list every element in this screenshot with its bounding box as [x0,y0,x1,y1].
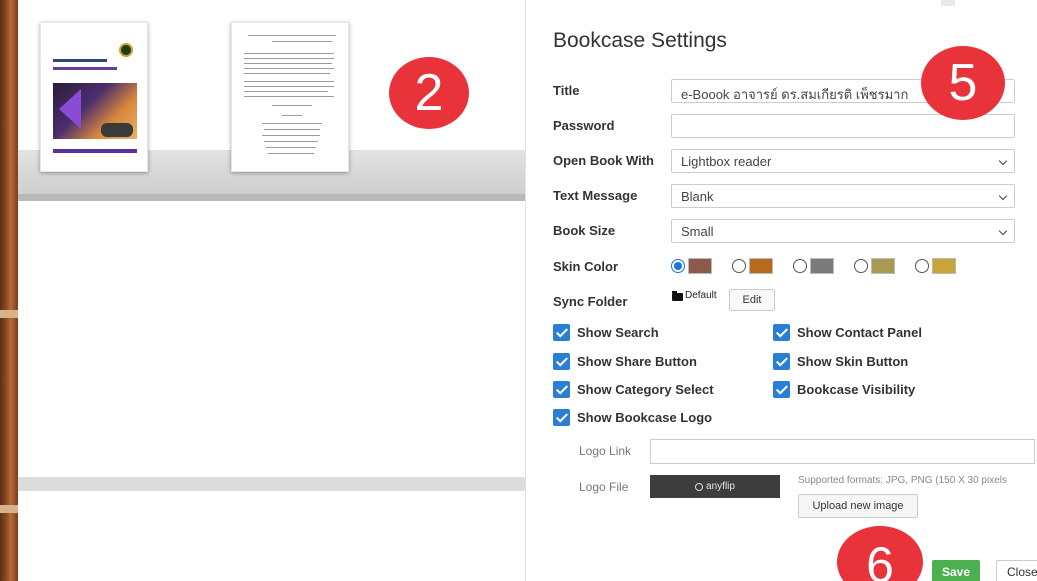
doc-text-line [262,135,320,136]
cover-title-line [53,59,107,62]
wood-wall-strip [0,0,18,581]
checkbox-checked-icon [553,353,570,370]
doc-text-line [244,96,334,97]
app-root: 2 Bookcase Settings Title e-Boook อาจารย… [0,0,1037,581]
skin-color-radio[interactable] [854,259,868,273]
skin-color-option[interactable] [854,258,895,274]
sync-folder-value: Default [685,290,717,301]
skin-color-option[interactable] [732,258,773,274]
shelf-empty-area [18,491,525,581]
skin-color-swatch [688,258,712,274]
doc-text-line [248,35,336,36]
skin-color-radio[interactable] [732,259,746,273]
show-bookcase-logo-checkbox[interactable]: Show Bookcase Logo [553,409,712,426]
edit-sync-folder-button[interactable]: Edit [729,289,775,311]
supported-formats-text: Supported formats: JPG, PNG (150 X 30 pi… [798,475,1007,486]
text-message-select[interactable]: Blank [671,184,1015,208]
checkbox-checked-icon [553,381,570,398]
show-skin-button-label: Show Skin Button [797,354,909,369]
logo-preview-image: anyflip [650,475,780,498]
step-marker-5: 5 [921,46,1005,120]
doc-text-line [266,147,316,148]
doc-text-line [244,73,330,74]
skin-color-radio[interactable] [793,259,807,273]
show-bookcase-logo-label: Show Bookcase Logo [577,410,713,425]
doc-text-line [244,68,334,69]
doc-text-line [282,115,302,116]
sync-folder-label: Sync Folder [553,294,628,309]
logo-link-label: Logo Link [579,444,632,458]
title-label: Title [553,83,580,98]
logo-mark-icon [695,482,704,491]
university-crest-icon [119,43,133,57]
book-size-label: Book Size [553,223,616,238]
doc-text-line [272,41,332,42]
skin-color-swatch [932,258,956,274]
doc-text-line [244,63,332,64]
checkbox-checked-icon [773,324,790,341]
doc-text-line [264,129,320,130]
skin-color-option[interactable] [793,258,834,274]
wood-shelf-edge [0,310,18,318]
checkbox-checked-icon [553,409,570,426]
doc-text-line [244,91,328,92]
cover-subtitle-line [53,67,117,70]
step-marker-2: 2 [389,57,469,129]
skin-color-label: Skin Color [553,259,619,274]
logo-preview-text: anyflip [706,481,735,492]
folder-icon [672,291,683,301]
doc-text-line [264,141,318,142]
close-button[interactable]: Close [996,560,1037,581]
doc-text-line [244,53,334,54]
upload-new-image-button[interactable]: Upload new image [798,494,918,518]
skin-color-swatch [749,258,773,274]
book-cover-document[interactable] [231,22,349,172]
panel-title: Bookcase Settings [553,29,727,52]
skin-color-option[interactable] [671,258,712,274]
show-skin-button-checkbox[interactable]: Show Skin Button [773,353,908,370]
wood-shelf-edge [0,505,18,513]
skin-color-swatch [810,258,834,274]
cover-badge [101,123,133,137]
skin-color-radio[interactable] [671,259,685,273]
menu-handle-icon [941,0,955,6]
book-size-select[interactable]: Small [671,219,1015,243]
doc-text-line [244,86,334,87]
open-book-with-select[interactable]: Lightbox reader [671,149,1015,173]
bookcase-visibility-label: Bookcase Visibility [797,382,916,397]
show-search-checkbox[interactable]: Show Search [553,324,659,341]
doc-text-line [272,105,312,106]
text-message-label: Text Message [553,188,638,203]
password-label: Password [553,118,615,133]
show-search-label: Show Search [577,325,659,340]
show-category-select-label: Show Category Select [577,382,714,397]
checkbox-checked-icon [553,324,570,341]
doc-text-line [244,58,334,59]
shelf-board [18,477,525,491]
logo-file-label: Logo File [579,480,629,494]
show-contact-panel-checkbox[interactable]: Show Contact Panel [773,324,922,341]
skin-color-radio[interactable] [915,259,929,273]
skin-color-option[interactable] [915,258,956,274]
show-category-select-checkbox[interactable]: Show Category Select [553,381,714,398]
show-share-button-checkbox[interactable]: Show Share Button [553,353,697,370]
doc-text-line [244,81,334,82]
shelf-empty-area [18,201,525,479]
checkbox-checked-icon [773,381,790,398]
cover-footer-bar [53,149,137,153]
show-share-button-label: Show Share Button [577,354,697,369]
doc-text-line [262,123,322,124]
chevron-left-icon [59,89,81,129]
logo-link-input[interactable] [650,439,1035,464]
skin-color-swatch [871,258,895,274]
open-book-with-label: Open Book With [553,153,654,168]
bookcase-visibility-checkbox[interactable]: Bookcase Visibility [773,381,915,398]
save-button[interactable]: Save [932,560,980,581]
book-cover-ebook[interactable] [40,22,148,172]
checkbox-checked-icon [773,353,790,370]
shelf-board-edge [18,194,525,201]
doc-text-line [268,153,314,154]
show-contact-panel-label: Show Contact Panel [797,325,922,340]
